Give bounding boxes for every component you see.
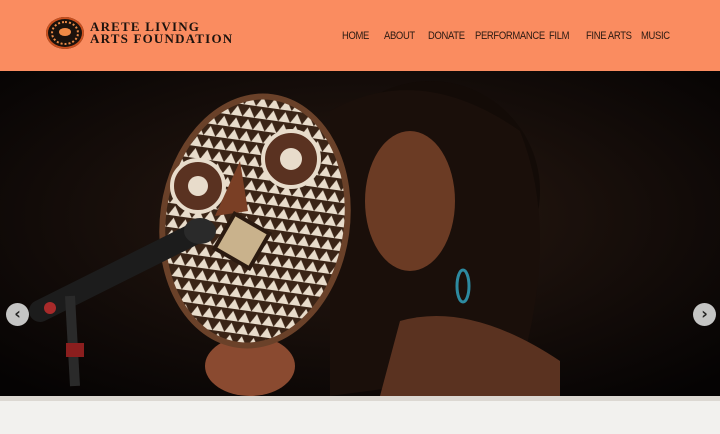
- strip-divider: [0, 396, 720, 401]
- nav-music[interactable]: MUSIC: [641, 29, 670, 43]
- nav-home[interactable]: HOME: [342, 29, 369, 43]
- main-nav: HOME ABOUT DONATE PERFORMANCE FILM FINE …: [0, 29, 720, 43]
- slider-prev-button[interactable]: ‹: [6, 303, 29, 326]
- site-header: ARETE LIVING ARTS FOUNDATION HOME ABOUT …: [0, 0, 720, 71]
- hero-slider: ‹ ›: [0, 71, 720, 396]
- nav-film[interactable]: FILM: [549, 29, 570, 43]
- nav-fine-arts[interactable]: FINE ARTS: [586, 29, 632, 43]
- nav-performance[interactable]: PERFORMANCE: [475, 29, 545, 43]
- content-strip: [0, 396, 720, 434]
- nav-donate[interactable]: DONATE: [428, 29, 465, 43]
- slider-next-button[interactable]: ›: [693, 303, 716, 326]
- nav-about[interactable]: ABOUT: [384, 29, 415, 43]
- hero-image: [0, 71, 720, 396]
- chevron-right-icon: ›: [701, 304, 708, 323]
- chevron-left-icon: ‹: [14, 304, 21, 323]
